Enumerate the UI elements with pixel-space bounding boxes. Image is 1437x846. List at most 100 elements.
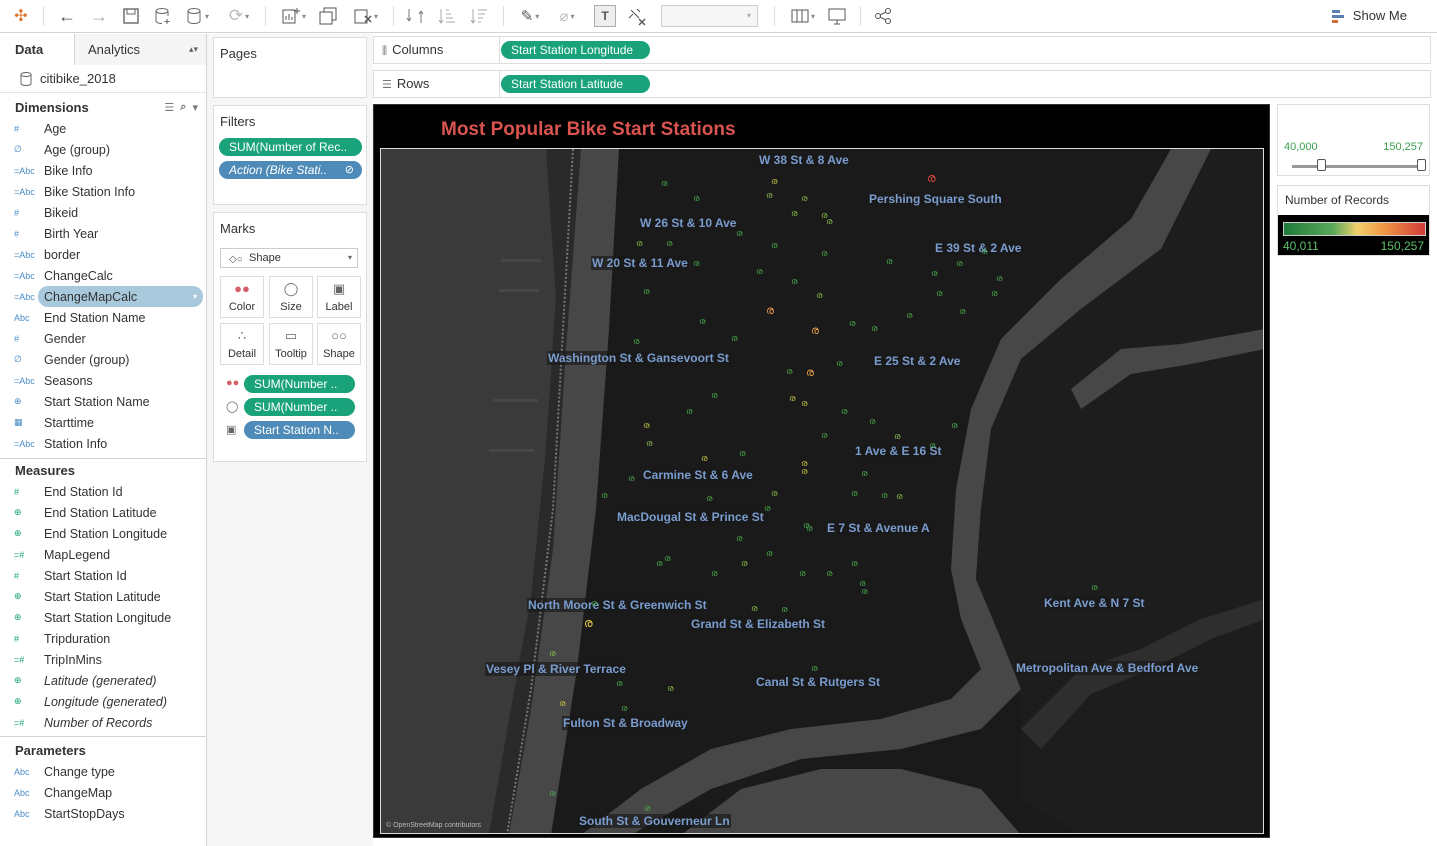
tab-data[interactable]: Data — [0, 34, 75, 65]
bike-station-mark-icon[interactable]: ര — [764, 504, 770, 513]
show-cards-icon[interactable]: ▾ — [786, 5, 820, 27]
measure-item[interactable]: =# MapLegend — [0, 544, 206, 565]
bike-station-mark-icon[interactable]: ര — [636, 239, 642, 248]
station-label[interactable]: Vesey Pl & River Terrace — [485, 662, 627, 676]
bike-station-mark-icon[interactable]: ര — [836, 359, 842, 368]
bike-station-mark-icon[interactable]: ര — [869, 417, 875, 426]
bike-station-mark-icon[interactable]: ര — [736, 534, 742, 543]
bike-station-mark-icon[interactable]: ര — [621, 704, 627, 713]
dimension-item[interactable]: Abc End Station Name — [0, 307, 206, 328]
filter-pill-number-of-records[interactable]: SUM(Number of Rec.. — [219, 138, 362, 156]
bike-station-mark-icon[interactable]: ര — [927, 172, 936, 184]
columns-pill[interactable]: Start Station Longitude — [501, 41, 650, 59]
bike-station-mark-icon[interactable]: ര — [739, 449, 745, 458]
bike-station-mark-icon[interactable]: ര — [861, 587, 867, 596]
bike-station-mark-icon[interactable]: ര — [766, 191, 772, 200]
bike-station-mark-icon[interactable]: ര — [881, 491, 887, 500]
bike-station-mark-icon[interactable]: ര — [664, 554, 670, 563]
bike-station-mark-icon[interactable]: ര — [628, 474, 634, 483]
bike-station-mark-icon[interactable]: ര — [751, 604, 757, 613]
view-list-icon[interactable]: ☰ — [164, 101, 174, 114]
station-label[interactable]: Grand St & Elizabeth St — [690, 617, 827, 631]
swap-rows-columns-icon[interactable] — [404, 5, 426, 27]
station-label[interactable]: Pershing Square South — [868, 192, 1003, 206]
show-mark-labels-icon[interactable]: T — [594, 5, 616, 27]
station-label[interactable]: W 38 St & 8 Ave — [758, 153, 850, 167]
station-label[interactable]: W 26 St & 10 Ave — [639, 216, 738, 230]
bike-station-mark-icon[interactable]: ര — [826, 569, 832, 578]
color-legend[interactable]: Number of Records 40,011 150,257 — [1277, 185, 1430, 256]
rows-pill[interactable]: Start Station Latitude — [501, 75, 650, 93]
bike-station-mark-icon[interactable]: ര — [894, 432, 900, 441]
bike-station-mark-icon[interactable]: ര — [801, 399, 807, 408]
bike-station-mark-icon[interactable]: ര — [706, 494, 712, 503]
dimension-item[interactable]: =Abc Station Info — [0, 433, 206, 454]
bike-station-mark-icon[interactable]: ര — [667, 684, 673, 693]
label-button[interactable]: ▣ Label — [317, 276, 361, 318]
duplicate-sheet-icon[interactable] — [317, 5, 339, 27]
station-label[interactable]: Washington St & Gansevoort St — [547, 351, 730, 365]
bike-station-mark-icon[interactable]: ര — [736, 229, 742, 238]
bike-station-mark-icon[interactable]: ര — [799, 569, 805, 578]
highlight-icon[interactable]: ✎ ▾ — [515, 5, 545, 27]
bike-station-mark-icon[interactable]: ര — [584, 617, 593, 629]
bike-station-mark-icon[interactable]: ര — [771, 177, 777, 186]
station-label[interactable]: Kent Ave & N 7 St — [1043, 596, 1146, 610]
filter-pill-action[interactable]: Action (Bike Stati.. ⊘ — [219, 161, 362, 179]
bike-station-mark-icon[interactable]: ര — [851, 489, 857, 498]
station-label[interactable]: E 25 St & 2 Ave — [873, 354, 962, 368]
station-label[interactable]: Carmine St & 6 Ave — [642, 468, 754, 482]
bike-station-mark-icon[interactable]: ര — [786, 367, 792, 376]
pages-card[interactable]: Pages — [213, 37, 367, 98]
pause-updates-icon[interactable]: ▾ — [184, 5, 212, 27]
dimension-item[interactable]: =Abc ChangeMapCalc ▾ — [14, 286, 203, 307]
bike-station-mark-icon[interactable]: ര — [646, 439, 652, 448]
measure-item[interactable]: # Start Station Id — [0, 565, 206, 586]
columns-shelf[interactable]: ⫼ Columns Start Station Longitude — [373, 36, 1431, 64]
bike-station-mark-icon[interactable]: ര — [789, 394, 795, 403]
bike-station-mark-icon[interactable]: ര — [841, 407, 847, 416]
show-me-button[interactable]: Show Me — [1331, 8, 1407, 23]
bike-station-mark-icon[interactable]: ര — [616, 679, 622, 688]
bike-station-mark-icon[interactable]: ര — [661, 179, 667, 188]
bike-station-mark-icon[interactable]: ര — [826, 217, 832, 226]
parameter-item[interactable]: Abc StartStopDays — [0, 803, 206, 824]
station-label[interactable]: E 39 St & 2 Ave — [934, 241, 1023, 255]
redo-icon[interactable]: → — [88, 5, 110, 27]
bike-station-mark-icon[interactable]: ര — [906, 311, 912, 320]
bike-station-mark-icon[interactable]: ര — [643, 421, 649, 430]
shape-button[interactable]: ○○ Shape — [317, 323, 361, 365]
bike-station-mark-icon[interactable]: ര — [699, 317, 705, 326]
station-label[interactable]: MacDougal St & Prince St — [616, 510, 765, 524]
bike-station-mark-icon[interactable]: ര — [549, 649, 555, 658]
bike-station-mark-icon[interactable]: ര — [686, 407, 692, 416]
bike-station-mark-icon[interactable]: ര — [701, 454, 707, 463]
marks-pill-label[interactable]: Start Station N.. — [244, 421, 355, 439]
bike-station-mark-icon[interactable]: ര — [801, 467, 807, 476]
station-label[interactable]: North Moore St & Greenwich St — [527, 598, 708, 612]
bike-station-mark-icon[interactable]: ര — [861, 469, 867, 478]
station-label[interactable]: South St & Gouverneur Ln — [578, 814, 731, 828]
bike-station-mark-icon[interactable]: ര — [929, 441, 935, 450]
fix-axes-icon[interactable] — [624, 5, 650, 27]
new-datasource-icon[interactable] — [152, 5, 174, 27]
bike-station-mark-icon[interactable]: ര — [816, 291, 822, 300]
field-menu-caret-icon[interactable]: ▾ — [193, 292, 197, 301]
bike-station-mark-icon[interactable]: ര — [871, 324, 877, 333]
bike-station-mark-icon[interactable]: ര — [781, 605, 787, 614]
measure-item[interactable]: ⊕ Longitude (generated) — [0, 691, 206, 712]
bike-station-mark-icon[interactable]: ര — [931, 269, 937, 278]
station-label[interactable]: Canal St & Rutgers St — [755, 675, 882, 689]
bike-station-mark-icon[interactable]: ര — [956, 259, 962, 268]
dimension-item[interactable]: =Abc ChangeCalc — [0, 265, 206, 286]
bike-station-mark-icon[interactable]: ര — [806, 524, 812, 533]
undo-icon[interactable]: ← — [56, 5, 78, 27]
bike-station-mark-icon[interactable]: ര — [731, 334, 737, 343]
dimension-item[interactable]: # Birth Year — [0, 223, 206, 244]
sort-ascending-icon[interactable] — [436, 5, 458, 27]
clear-sheet-icon[interactable]: ▾ — [348, 5, 384, 27]
measure-item[interactable]: ⊕ End Station Longitude — [0, 523, 206, 544]
station-label[interactable]: Fulton St & Broadway — [562, 716, 689, 730]
range-slider-min-handle[interactable] — [1317, 159, 1326, 171]
dimension-item[interactable]: # Age — [0, 118, 206, 139]
